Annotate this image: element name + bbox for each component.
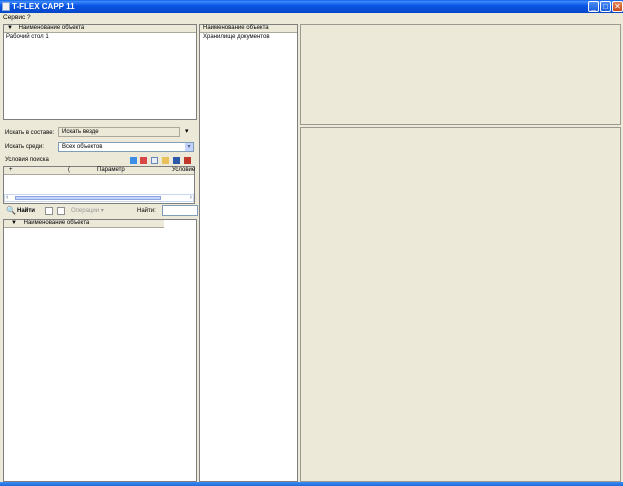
preview-pane-bottom [300,127,621,482]
search-among-value: Всех объектов [62,144,103,150]
list-icon[interactable] [45,207,53,215]
col-plus[interactable]: + [9,167,13,174]
storage-header[interactable]: Наименование объекта [200,25,297,33]
export-icon[interactable] [184,157,191,164]
close-button[interactable]: ✕ [612,1,623,12]
find-label: Найти: [137,208,156,214]
copy-condition-icon[interactable] [151,157,158,164]
horizontal-scrollbar[interactable]: ‹ › [4,194,194,202]
search-in-field[interactable]: Искать везде [58,127,180,137]
clear-icon[interactable] [57,207,65,215]
col-parameter[interactable]: Параметр [97,167,125,174]
delete-condition-icon[interactable] [140,157,147,164]
scroll-right-icon[interactable]: › [190,194,192,201]
window-titlebar: T-FLEX CAPP 11 _ □ ✕ [0,0,623,13]
minimize-button[interactable]: _ [588,1,599,12]
find-button[interactable]: Найти [17,208,35,215]
window-title: T-FLEX CAPP 11 [12,2,75,11]
search-among-label: Искать среди: [5,144,44,150]
app-icon [2,2,10,11]
col-condition[interactable]: Условие [172,167,195,174]
operations-label: Операции [71,208,100,214]
conditions-grid-header: + ( Параметр Условие [4,167,195,175]
taskbar-edge [0,482,623,486]
results-header[interactable]: ▼ Наименование объекта [4,220,164,228]
sort-arrow-icon: ▼ [7,25,13,31]
results-header-label: Наименование объекта [23,220,90,226]
storage-panel: Наименование объекта Хранилище документо… [199,24,298,482]
save-icon[interactable] [173,157,180,164]
menu-bar: Сервис ? [0,13,623,23]
storage-item-documents[interactable]: Хранилище документов [203,34,270,41]
maximize-button[interactable]: □ [600,1,611,12]
conditions-label: Условия поиска [5,157,49,163]
menu-service[interactable]: Сервис [3,14,25,22]
col-paren[interactable]: ( [68,167,70,174]
scroll-thumb[interactable] [15,196,161,200]
tree-item-desktop[interactable]: Рабочий стол 1 [6,34,49,41]
open-folder-icon[interactable] [162,157,169,164]
menu-help[interactable]: ? [27,14,31,22]
tree-panel: ▼ Наименование объекта Рабочий стол 1 [3,24,197,120]
results-sort-arrow-icon: ▼ [11,220,17,226]
tree-header[interactable]: ▼ Наименование объекта [4,25,196,33]
search-in-label: Искать в составе: [5,130,55,136]
preview-pane-top [300,24,621,125]
search-in-dropdown-icon[interactable]: ▾ [185,128,189,135]
chevron-down-icon[interactable]: ▾ [185,143,193,151]
search-among-select[interactable]: Всех объектов ▾ [58,142,194,152]
new-condition-icon[interactable] [130,157,137,164]
tree-header-label: Наименование объекта [18,25,85,31]
operations-button[interactable]: Операции ▾ [71,208,104,215]
conditions-grid: + ( Параметр Условие ‹ › [3,166,195,204]
find-input[interactable] [162,205,198,216]
scroll-left-icon[interactable]: ‹ [6,194,8,201]
results-panel: ▼ Наименование объекта [3,219,197,482]
search-icon: 🔍 [6,206,16,215]
